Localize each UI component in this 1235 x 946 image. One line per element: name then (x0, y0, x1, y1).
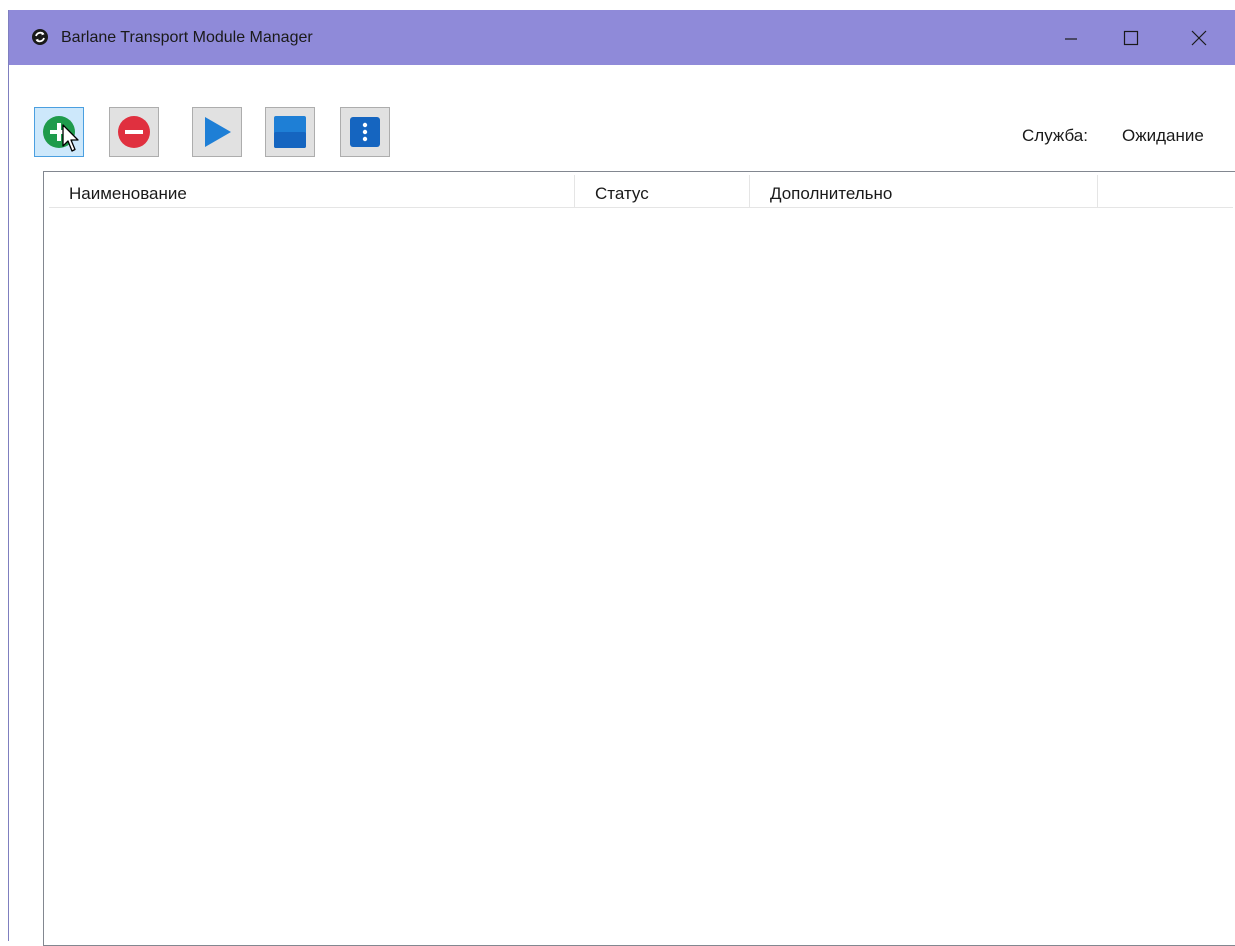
app-icon (31, 28, 49, 46)
column-header-status[interactable]: Статус (575, 175, 750, 207)
play-icon (205, 117, 231, 147)
maximize-icon (1123, 30, 1139, 45)
maximize-button[interactable] (1103, 10, 1159, 65)
column-header-name[interactable]: Наименование (49, 175, 575, 207)
app-window: Barlane Transport Module Manager Служба:… (8, 10, 1235, 946)
close-button[interactable] (1171, 10, 1227, 65)
service-status: Ожидание (1122, 126, 1204, 145)
stop-icon (274, 116, 306, 148)
title-bar[interactable]: Barlane Transport Module Manager (9, 10, 1235, 65)
column-header-extra[interactable]: Дополнительно (750, 175, 1098, 207)
mouse-cursor-icon (62, 124, 79, 152)
list-header: Наименование Статус Дополнительно (49, 175, 1233, 208)
column-header-filler[interactable] (1098, 175, 1233, 207)
start-button[interactable] (192, 107, 242, 157)
vertical-ellipsis-icon (350, 117, 380, 147)
stop-button[interactable] (265, 107, 315, 157)
minus-circle-icon (118, 116, 150, 148)
more-button[interactable] (340, 107, 390, 157)
minimize-button[interactable] (1043, 10, 1099, 65)
remove-button[interactable] (109, 107, 159, 157)
modules-list[interactable]: Наименование Статус Дополнительно (43, 171, 1235, 946)
minimize-icon (1065, 37, 1077, 40)
service-label: Служба: (1022, 126, 1088, 145)
close-icon (1191, 30, 1207, 45)
window-title: Barlane Transport Module Manager (61, 29, 313, 46)
